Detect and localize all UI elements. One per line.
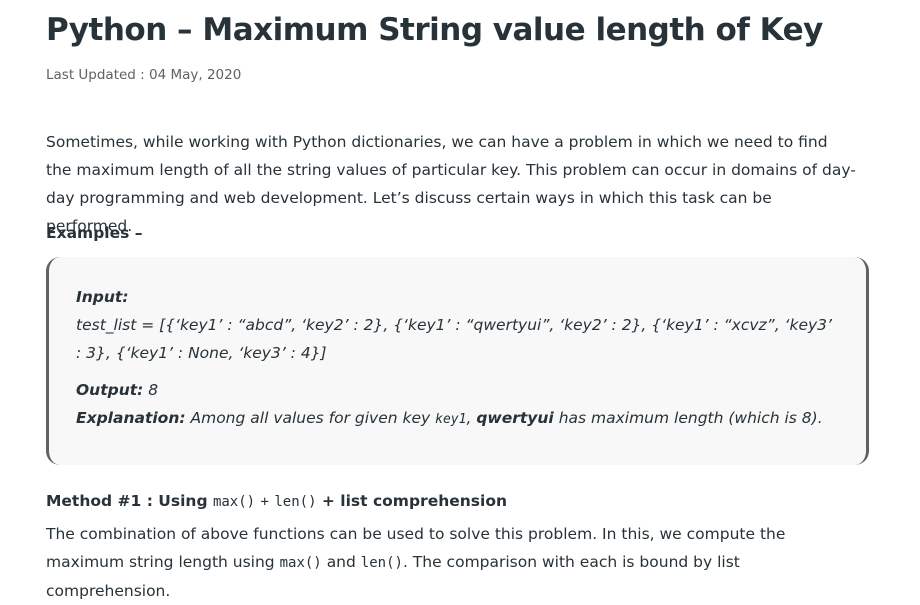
explanation-line: Explanation: Among all values for given … [76,404,840,434]
explanation-tail: has maximum length (which is 8). [558,409,823,427]
method1-body: The combination of above functions can b… [46,520,856,605]
examples-heading: Examples – [46,224,143,242]
explanation-text: Among all values for given key [190,409,431,427]
explanation-separator: , [466,409,472,427]
method1-heading-prefix: Method #1 : Using [46,492,208,510]
input-label: Input: [76,288,129,306]
method1-heading-suffix: + list comprehension [321,492,508,510]
page-title: Python – Maximum String value length of … [46,12,823,48]
input-value: test_list = [{‘key1’ : “abcd”, ‘key2’ : … [76,316,832,362]
explanation-key: key1 [435,412,467,427]
example-spacer [76,367,840,376]
method1-body-and: and [326,553,356,571]
method1-body-len: len() [360,555,403,571]
method1-heading-plus: + [260,494,269,510]
output-line: Output: 8 [76,376,840,404]
method1-heading-max: max() [212,494,256,510]
output-value: 8 [148,381,159,399]
explanation-label: Explanation: [76,409,186,427]
last-updated: Last Updated : 04 May, 2020 [46,67,242,83]
intro-paragraph: Sometimes, while working with Python dic… [46,133,856,235]
explanation-bold: qwertyui [476,409,554,427]
method1-heading: Method #1 : Using max() + len() + list c… [46,492,507,510]
method1-body-max: max() [279,555,322,571]
example-box: Input: test_list = [{‘key1’ : “abcd”, ‘k… [46,257,869,465]
method1-heading-len: len() [274,494,317,510]
output-label: Output: [76,381,144,399]
